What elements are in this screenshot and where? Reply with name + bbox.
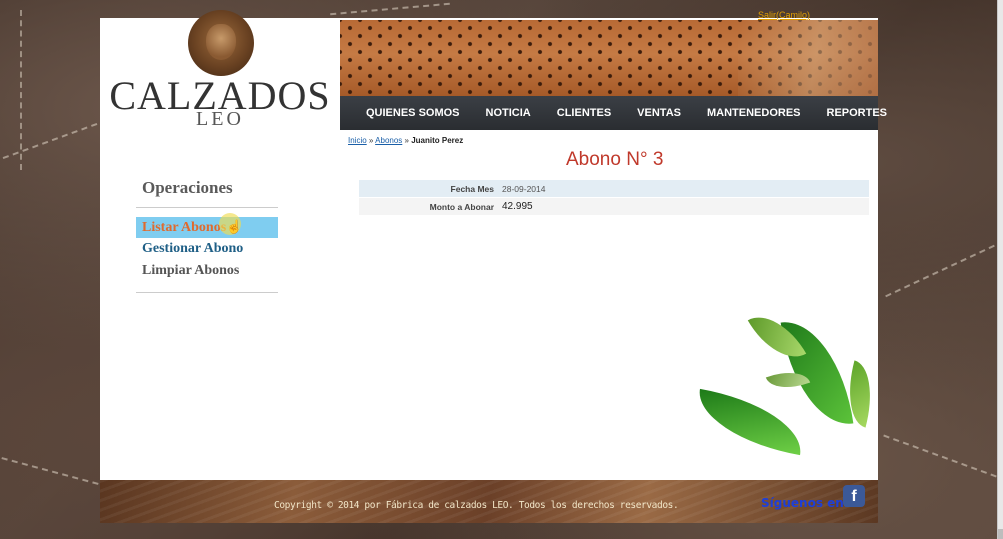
footer: Copyright © 2014 por Fábrica de calzados… [100,480,878,523]
nav-item-clientes[interactable]: CLIENTES [545,96,623,130]
scrollbar[interactable] [997,0,1003,539]
breadcrumb-separator: » [368,136,374,145]
stitching [2,122,98,160]
main-nav: QUIENES SOMOS NOTICIA CLIENTES VENTAS MA… [340,96,887,130]
logo[interactable]: CALZADOS LEO [100,10,340,130]
breadcrumb-home-link[interactable]: Inicio [348,136,367,145]
nav-item-quienes-somos[interactable]: QUIENES SOMOS [354,96,472,130]
breadcrumb-current: Juanito Perez [411,136,464,145]
breadcrumb-separator: » [404,136,409,145]
stitching [885,244,995,298]
banner-shade [738,20,878,96]
stitching [20,10,26,170]
stitching [330,2,450,16]
nav-item-mantenedores[interactable]: MANTENEDORES [695,96,813,130]
logout-link[interactable]: Salir(Camilo) [758,10,810,20]
stitching [883,434,997,478]
page-title: Abono N° 3 [566,149,664,170]
leaf [691,388,809,456]
nav-item-reportes[interactable]: REPORTES [815,96,900,130]
detail-row: Fecha Mes 28-09-2014 [359,180,869,197]
field-label: Monto a Abonar [429,201,494,212]
field-value: 42.995 [502,201,533,212]
nav-item-ventas[interactable]: VENTAS [625,96,693,130]
field-label: Fecha Mes [450,183,494,194]
lion-logo-icon [188,10,254,76]
lion-face [206,24,236,60]
header-banner [340,20,878,96]
sidebar-menu: Listar Abonos Gestionar Abono Limpiar Ab… [136,217,278,282]
sidebar-item-limpiar-abonos[interactable]: Limpiar Abonos [136,260,278,282]
divider [136,207,278,208]
hand-cursor-icon: ☝ [226,219,243,234]
sidebar-item-gestionar-abono[interactable]: Gestionar Abono [136,238,278,260]
field-value: 28-09-2014 [502,183,546,194]
detail-table: Fecha Mes 28-09-2014 Monto a Abonar 42.9… [359,180,869,215]
divider [136,292,278,293]
copyright-text: Copyright © 2014 por Fábrica de calzados… [274,500,679,511]
breadcrumb-abonos-link[interactable]: Abonos [375,136,402,145]
breadcrumb: Inicio » Abonos » Juanito Perez [348,136,463,145]
facebook-icon[interactable]: f [843,485,865,507]
follow-us-label: Síguenos en: [761,496,849,510]
detail-row: Monto a Abonar 42.995 [359,198,869,215]
nav-item-noticia[interactable]: NOTICIA [474,96,543,130]
sidebar-item-listar-abonos[interactable]: Listar Abonos [136,217,278,238]
page-container: CALZADOS LEO Salir(Camilo) QUIENES SOMOS… [100,10,887,523]
brand-sub: LEO [196,108,244,130]
scroll-down-arrow[interactable] [998,529,1003,539]
stitching [1,457,99,485]
sidebar-title: Operaciones [142,178,233,197]
